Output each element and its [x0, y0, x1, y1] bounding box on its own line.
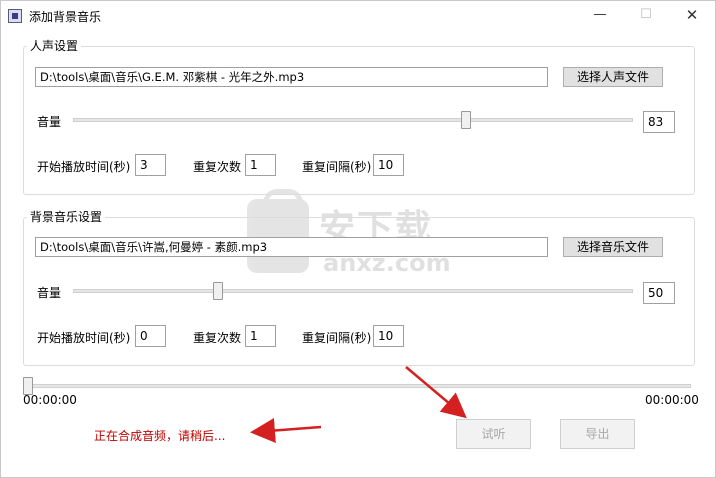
annotation-arrows [250, 366, 467, 443]
add-bgm-window: 添加背景音乐 — ☐ ✕ 安下载 anxz.com 人声设置 D:\tools\… [0, 0, 716, 478]
arrow-to-status-icon [250, 418, 322, 443]
arrow-to-preview-icon [405, 366, 467, 419]
